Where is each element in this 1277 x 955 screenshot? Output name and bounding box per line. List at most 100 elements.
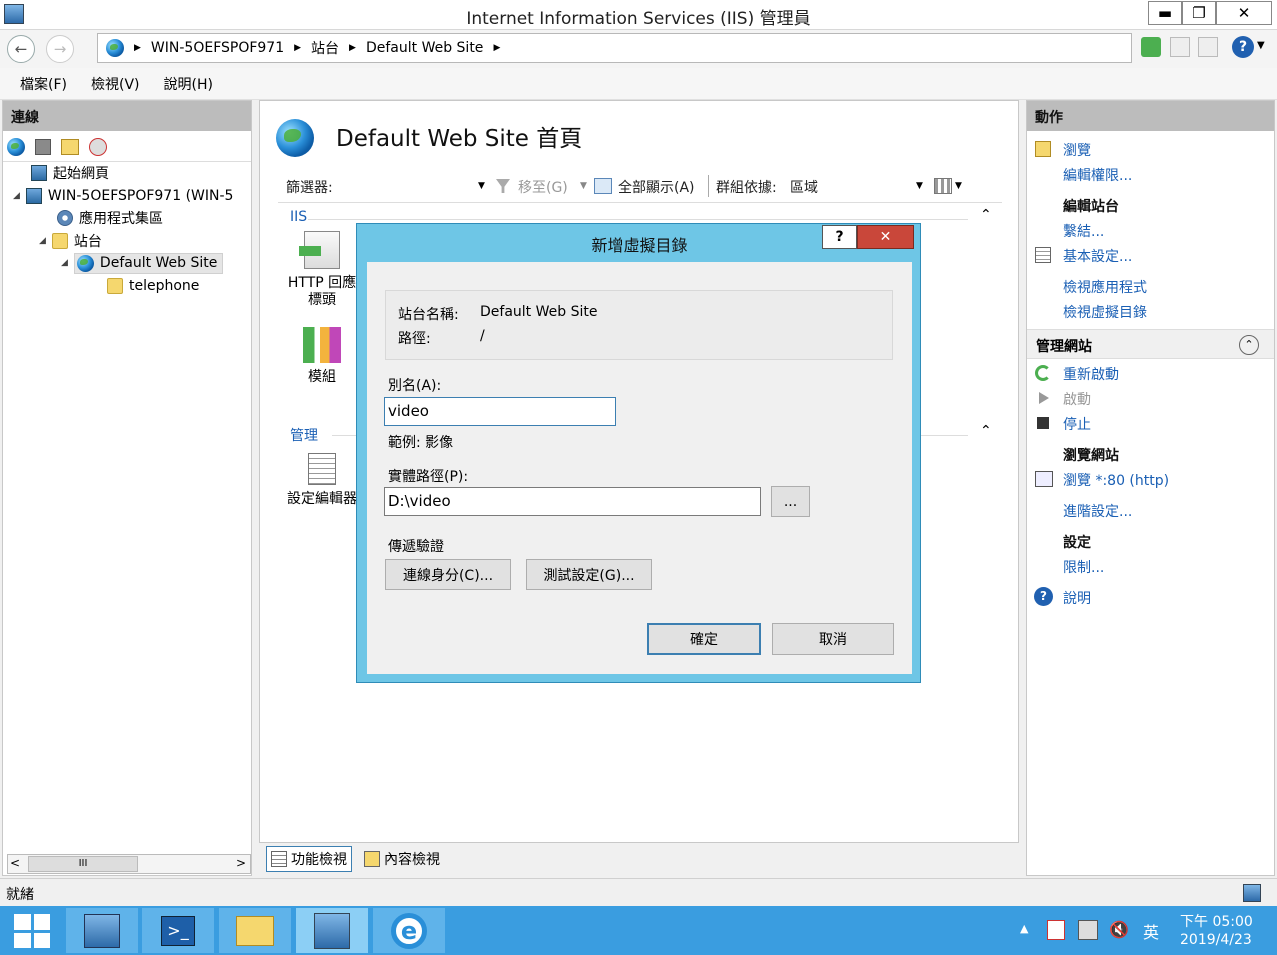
- breadcrumb-sep-icon[interactable]: ▶: [349, 43, 356, 53]
- connect-icon[interactable]: [7, 138, 25, 156]
- disconnect-icon[interactable]: [89, 138, 107, 156]
- tab-features-view[interactable]: 功能檢視: [266, 846, 352, 872]
- funnel-icon[interactable]: [496, 179, 510, 193]
- refresh-icon[interactable]: [1141, 37, 1161, 57]
- tree-item-server[interactable]: ◢ WIN-5OEFSPOF971 (WIN-5: [13, 185, 233, 207]
- network-tray-icon[interactable]: [1078, 920, 1098, 940]
- ok-button[interactable]: 確定: [647, 623, 761, 655]
- content-view-icon: [364, 851, 380, 867]
- action-stop[interactable]: 停止: [1063, 414, 1091, 434]
- menu-view[interactable]: 檢視(V): [91, 74, 140, 94]
- ime-indicator[interactable]: 英: [1143, 919, 1159, 943]
- help-dropdown-icon[interactable]: ▼: [1257, 40, 1265, 51]
- action-basic-settings[interactable]: 基本設定...: [1063, 246, 1132, 266]
- tree-item-sites[interactable]: ◢ 站台: [39, 230, 102, 252]
- view-mode-icon[interactable]: [934, 178, 952, 194]
- breadcrumb-item-sites[interactable]: 站台: [311, 38, 339, 58]
- collapse-arrow-icon[interactable]: ◢: [61, 258, 68, 268]
- action-restart[interactable]: 重新啟動: [1063, 364, 1119, 384]
- show-all-icon[interactable]: [594, 178, 612, 194]
- tree-item-default-web-site[interactable]: ◢ Default Web Site: [61, 252, 224, 274]
- action-start[interactable]: 啟動: [1063, 389, 1091, 409]
- browse-path-button[interactable]: ...: [771, 486, 810, 517]
- back-arrow-icon: ←: [14, 40, 28, 58]
- alias-input[interactable]: video: [384, 397, 616, 426]
- group-dropdown-icon[interactable]: ▼: [916, 181, 923, 191]
- action-help[interactable]: 說明: [1063, 588, 1091, 608]
- collapse-arrow-icon[interactable]: ◢: [39, 236, 46, 246]
- restore-button[interactable]: ❐: [1182, 1, 1216, 25]
- tree-item-telephone[interactable]: telephone: [107, 275, 199, 297]
- group-by-select[interactable]: 區域: [790, 177, 818, 197]
- action-edit-permissions[interactable]: 編輯權限...: [1063, 165, 1132, 185]
- manage-site-header[interactable]: 管理網站 ⌃: [1027, 329, 1274, 359]
- scroll-left-icon[interactable]: <: [10, 856, 20, 870]
- goto-button[interactable]: 移至(G): [518, 177, 568, 197]
- action-view-applications[interactable]: 檢視應用程式: [1063, 277, 1147, 297]
- taskbar-powershell[interactable]: >_: [142, 908, 214, 953]
- menu-file[interactable]: 檔案(F): [20, 74, 67, 94]
- breadcrumb-item-server[interactable]: WIN-5OEFSPOF971: [151, 40, 284, 56]
- minimize-button[interactable]: ▬: [1148, 1, 1182, 25]
- section-line: [308, 219, 968, 220]
- view-mode-dropdown-icon[interactable]: ▼: [955, 181, 962, 191]
- feature-http-headers[interactable]: HTTP 回應標頭: [282, 231, 362, 309]
- dialog-help-button[interactable]: ?: [822, 225, 857, 249]
- cancel-button[interactable]: 取消: [772, 623, 894, 655]
- action-view-virtual-dirs[interactable]: 檢視虛擬目錄: [1063, 302, 1147, 322]
- features-view-icon: [271, 851, 287, 867]
- taskbar-iis-manager[interactable]: [296, 908, 368, 953]
- scroll-right-icon[interactable]: >: [236, 856, 246, 870]
- feature-config-editor[interactable]: 設定編輯器: [282, 453, 362, 508]
- breadcrumb[interactable]: ▶ WIN-5OEFSPOF971 ▶ 站台 ▶ Default Web Sit…: [97, 33, 1132, 63]
- tree-item-start-page[interactable]: 起始網頁: [31, 162, 109, 184]
- start-button[interactable]: [14, 914, 50, 948]
- dialog-close-button[interactable]: ✕: [857, 225, 914, 249]
- breadcrumb-sep-icon[interactable]: ▶: [134, 43, 141, 53]
- taskbar-server-manager[interactable]: [66, 908, 138, 953]
- test-settings-button[interactable]: 測試設定(G)...: [526, 559, 652, 590]
- action-browse-80[interactable]: 瀏覽 *:80 (http): [1063, 470, 1169, 490]
- filter-dropdown-icon[interactable]: ▼: [478, 181, 485, 191]
- internet-explorer-icon: e: [391, 912, 427, 949]
- breadcrumb-sep-icon[interactable]: ▶: [294, 43, 301, 53]
- close-window-button[interactable]: ✕: [1216, 1, 1272, 25]
- action-center-icon[interactable]: [1047, 920, 1065, 940]
- action-explore[interactable]: 瀏覽: [1063, 140, 1091, 160]
- show-all-button[interactable]: 全部顯示(A): [618, 177, 695, 197]
- breadcrumb-item-site[interactable]: Default Web Site: [366, 40, 483, 56]
- taskbar-file-explorer[interactable]: [219, 908, 291, 953]
- back-button[interactable]: ←: [7, 35, 35, 63]
- save-icon[interactable]: [35, 139, 51, 155]
- action-limits[interactable]: 限制...: [1063, 557, 1104, 577]
- collapse-iis-icon[interactable]: ⌃: [980, 207, 992, 223]
- action-bindings[interactable]: 繫結...: [1063, 221, 1104, 241]
- collapse-arrow-icon[interactable]: ◢: [13, 191, 20, 201]
- up-folder-icon[interactable]: [61, 139, 79, 155]
- tab-content-view[interactable]: 內容檢視: [360, 847, 444, 871]
- tree-item-app-pools[interactable]: 應用程式集區: [57, 207, 163, 229]
- feature-label: 模組: [308, 369, 336, 385]
- scroll-thumb[interactable]: III: [28, 856, 138, 872]
- page-title: Default Web Site 首頁: [336, 126, 583, 152]
- forward-button[interactable]: →: [46, 35, 74, 63]
- physical-path-input[interactable]: D:\video: [384, 487, 761, 516]
- filter-input[interactable]: [342, 173, 492, 197]
- clock-date[interactable]: 2019/4/23: [1180, 932, 1252, 948]
- connections-hscrollbar[interactable]: < III >: [7, 854, 251, 874]
- stop-icon[interactable]: [1170, 37, 1190, 57]
- help-icon[interactable]: ?: [1232, 36, 1254, 58]
- feature-modules[interactable]: 模組: [282, 327, 362, 386]
- volume-muted-icon[interactable]: 🔇: [1109, 920, 1129, 940]
- collapse-manage-icon[interactable]: ⌃: [980, 423, 992, 439]
- breadcrumb-sep-icon[interactable]: ▶: [493, 43, 500, 53]
- collapse-manage-site-icon[interactable]: ⌃: [1239, 335, 1259, 355]
- goto-dropdown-icon[interactable]: ▼: [580, 181, 587, 191]
- home-icon[interactable]: [1198, 37, 1218, 57]
- clock-time[interactable]: 下午 05:00: [1180, 911, 1253, 931]
- connect-as-button[interactable]: 連線身分(C)...: [385, 559, 511, 590]
- tray-expand-icon[interactable]: ▲: [1020, 922, 1028, 935]
- menu-help[interactable]: 說明(H): [164, 74, 213, 94]
- action-advanced-settings[interactable]: 進階設定...: [1063, 501, 1132, 521]
- taskbar-internet-explorer[interactable]: e: [373, 908, 445, 953]
